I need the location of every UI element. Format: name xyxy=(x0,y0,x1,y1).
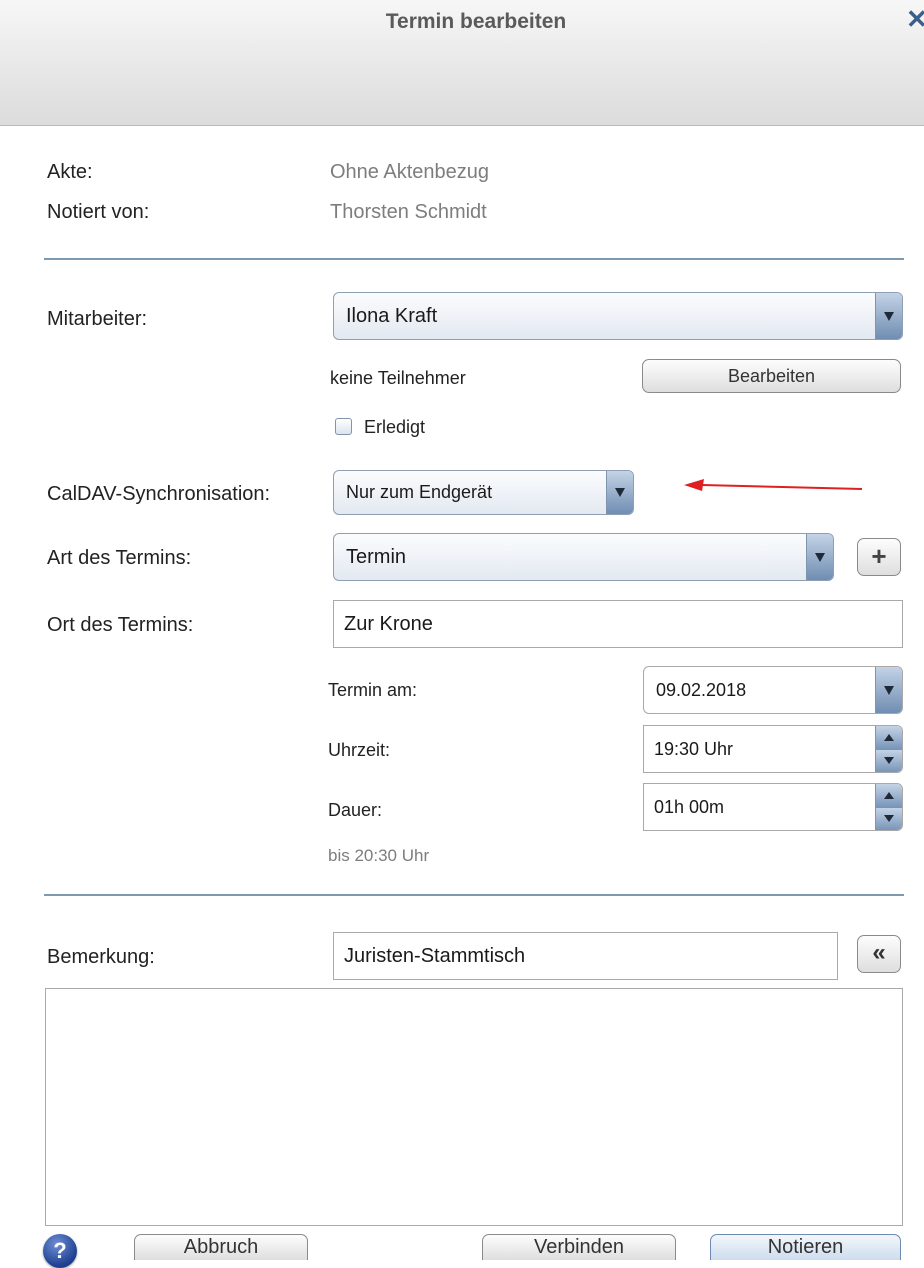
ort-input[interactable]: Zur Krone xyxy=(333,600,903,648)
erledigt-label: Erledigt xyxy=(364,417,426,437)
chevron-down-icon[interactable] xyxy=(806,534,833,580)
caldav-select[interactable]: Nur zum Endgerät xyxy=(333,470,634,515)
abbruch-button[interactable]: Abbruch xyxy=(134,1234,308,1260)
chevron-down-icon[interactable] xyxy=(876,807,902,830)
dauer-input[interactable]: 01h 00m xyxy=(643,783,903,831)
separator xyxy=(44,894,904,896)
mitarbeiter-value: Ilona Kraft xyxy=(346,304,438,327)
ort-value: Zur Krone xyxy=(344,612,433,635)
bis-uhrzeit-text: bis 20:30 Uhr xyxy=(328,846,430,865)
art-value: Termin xyxy=(346,545,407,568)
dauer-stepper[interactable] xyxy=(875,784,902,830)
bemerkung-textarea[interactable] xyxy=(45,988,903,1226)
uhrzeit-value: 19:30 Uhr xyxy=(654,738,734,759)
art-select[interactable]: Termin xyxy=(333,533,834,581)
notiert-von-value: Thorsten Schmidt xyxy=(330,201,487,223)
caldav-value: Nur zum Endgerät xyxy=(346,482,493,502)
bemerkung-value: Juristen-Stammtisch xyxy=(344,944,526,967)
caldav-label: CalDAV-Synchronisation: xyxy=(47,483,271,505)
dialog-title: Termin bearbeiten xyxy=(385,10,567,33)
teilnehmer-text: keine Teilnehmer xyxy=(330,368,466,388)
plus-icon[interactable]: + xyxy=(857,538,901,576)
akte-value: Ohne Aktenbezug xyxy=(330,161,490,183)
chevron-down-icon[interactable] xyxy=(876,749,902,772)
notieren-button[interactable]: Notieren xyxy=(710,1234,901,1260)
bearbeiten-button[interactable]: Bearbeiten xyxy=(642,359,901,393)
double-chevron-left-icon[interactable]: « xyxy=(857,935,901,973)
chevron-up-icon[interactable] xyxy=(876,784,902,808)
mitarbeiter-label: Mitarbeiter: xyxy=(47,308,148,330)
close-icon[interactable]: ✕ xyxy=(906,5,924,33)
akte-label: Akte: xyxy=(47,161,93,183)
datum-label: Termin am: xyxy=(328,680,418,700)
chevron-down-icon[interactable] xyxy=(875,293,902,339)
verbinden-button[interactable]: Verbinden xyxy=(482,1234,676,1260)
ort-label: Ort des Termins: xyxy=(47,614,194,636)
dauer-label: Dauer: xyxy=(328,800,383,820)
chevron-up-icon[interactable] xyxy=(876,726,902,750)
notiert-von-label: Notiert von: xyxy=(47,201,150,223)
datum-value: 09.02.2018 xyxy=(656,679,747,700)
uhrzeit-label: Uhrzeit: xyxy=(328,740,391,760)
chevron-down-icon[interactable] xyxy=(875,667,902,713)
uhrzeit-input[interactable]: 19:30 Uhr xyxy=(643,725,903,773)
mitarbeiter-select[interactable]: Ilona Kraft xyxy=(333,292,903,340)
help-icon[interactable]: ? xyxy=(43,1234,77,1268)
chevron-down-icon[interactable] xyxy=(606,471,633,514)
dauer-value: 01h 00m xyxy=(654,796,725,817)
uhrzeit-stepper[interactable] xyxy=(875,726,902,772)
erledigt-checkbox[interactable] xyxy=(335,418,352,435)
art-label: Art des Termins: xyxy=(47,547,192,569)
datum-select[interactable]: 09.02.2018 xyxy=(643,666,903,714)
separator xyxy=(44,258,904,260)
bemerkung-input[interactable]: Juristen-Stammtisch xyxy=(333,932,838,980)
annotation-arrow-icon xyxy=(684,479,863,491)
bemerkung-label: Bemerkung: xyxy=(47,946,155,968)
